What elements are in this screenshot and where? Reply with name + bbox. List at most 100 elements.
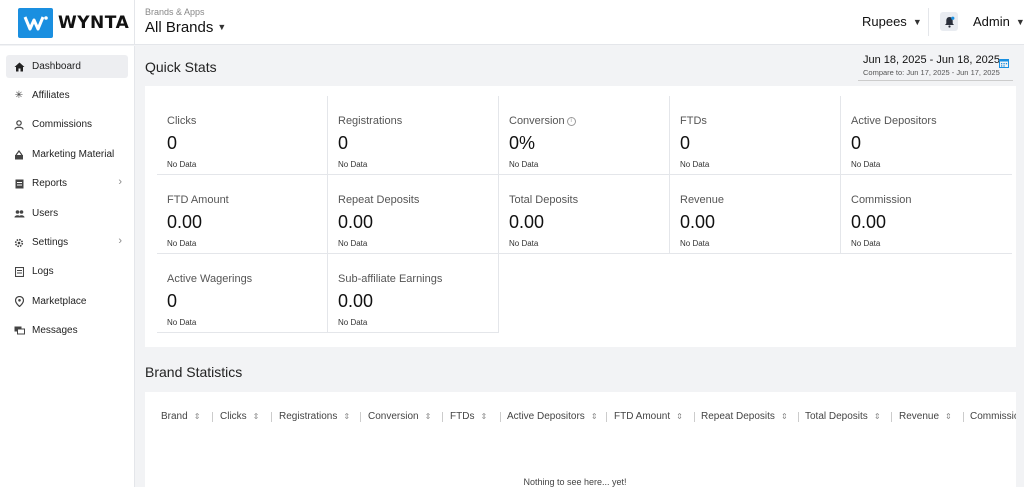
- logo-text: WYNTA: [58, 12, 130, 33]
- sort-icon: ⇕: [590, 412, 598, 421]
- stat-repeat-deposits: Repeat Deposits 0.00 No Data: [328, 175, 499, 254]
- column-header-active-depositors[interactable]: Active Depositors ⇕: [507, 411, 598, 422]
- sidebar-item-commissions[interactable]: Commissions: [6, 113, 128, 136]
- date-compare-text: Compare to: Jun 17, 2025 - Jun 17, 2025: [863, 68, 1000, 77]
- sort-icon: ⇕: [343, 412, 351, 421]
- column-divider: [360, 412, 361, 422]
- column-header-ftd-amount[interactable]: FTD Amount ⇕: [614, 411, 683, 422]
- brand-statistics-title: Brand Statistics: [145, 364, 243, 380]
- column-header-conversion[interactable]: Conversion ⇕: [368, 411, 431, 422]
- sidebar-item-messages[interactable]: Messages: [6, 319, 128, 342]
- stat-label: Repeat Deposits: [338, 194, 420, 206]
- column-label: Conversion: [368, 411, 419, 422]
- stat-label-wrap: Conversion i: [509, 115, 576, 127]
- users-icon: [13, 209, 25, 218]
- column-divider: [271, 412, 272, 422]
- logo[interactable]: WYNTA: [0, 0, 135, 45]
- messages-icon: [13, 326, 25, 335]
- sort-icon: ⇕: [780, 412, 788, 421]
- stat-sub: No Data: [680, 239, 710, 248]
- stat-value: 0: [167, 133, 178, 153]
- stat-value: 0.00: [680, 212, 716, 232]
- home-icon: [13, 62, 25, 72]
- date-range-value: Jun 18, 2025 - Jun 18, 2025: [863, 54, 1000, 66]
- sidebar-item-users[interactable]: Users: [6, 202, 128, 225]
- sort-icon: ⇕: [424, 412, 432, 421]
- marketplace-icon: [13, 296, 25, 307]
- brand-picker[interactable]: Brands & Apps All Brands ▼: [145, 7, 226, 37]
- column-header-brand[interactable]: Brand ⇕: [161, 411, 200, 422]
- date-range-picker[interactable]: Jun 18, 2025 - Jun 18, 2025 Compare to: …: [858, 51, 1013, 81]
- sort-icon: ⇕: [945, 412, 952, 421]
- stat-sub: No Data: [338, 239, 368, 248]
- stat-sub: No Data: [851, 160, 881, 169]
- column-label: Brand: [161, 411, 188, 422]
- column-header-clicks[interactable]: Clicks ⇕: [220, 411, 259, 422]
- sidebar-item-label: Commissions: [32, 119, 93, 130]
- stat-label: Commission: [851, 194, 912, 206]
- column-header-registrations[interactable]: Registrations ⇕: [279, 411, 350, 422]
- caret-down-icon: ▼: [1015, 16, 1024, 27]
- column-header-revenue[interactable]: Revenue ⇕: [899, 411, 952, 422]
- stat-active-wagerings: Active Wagerings 0 No Data: [157, 254, 328, 333]
- sidebar-item-reports[interactable]: Reports ›: [6, 172, 128, 195]
- currency-selector[interactable]: Rupees ▼: [862, 14, 922, 29]
- sidebar-item-logs[interactable]: Logs: [6, 260, 128, 283]
- stat-label: Total Deposits: [509, 194, 579, 206]
- stat-sub: No Data: [338, 318, 368, 327]
- sort-icon: ⇕: [480, 412, 488, 421]
- column-label: Registrations: [279, 411, 338, 422]
- sidebar-item-settings[interactable]: Settings ›: [6, 231, 128, 254]
- sidebar-item-dashboard[interactable]: Dashboard: [6, 55, 128, 78]
- column-header-ftds[interactable]: FTDs ⇕: [450, 411, 487, 422]
- stat-sub: No Data: [509, 160, 539, 169]
- stat-ftds: FTDs 0 No Data: [670, 96, 841, 175]
- stat-sub: No Data: [851, 239, 881, 248]
- column-header-commission[interactable]: Commissio: [970, 411, 1016, 422]
- stat-sub: No Data: [167, 239, 197, 248]
- empty-state-message: Nothing to see here... yet!: [523, 477, 627, 487]
- column-header-total-deposits[interactable]: Total Deposits ⇕: [805, 411, 881, 422]
- info-icon[interactable]: i: [566, 116, 576, 126]
- quick-stats-card: Clicks 0 No Data Registrations 0 No Data…: [145, 86, 1016, 347]
- sidebar-item-marketing-material[interactable]: Marketing Material: [6, 143, 128, 166]
- calendar-icon: [999, 55, 1009, 73]
- stat-value: 0.00: [338, 212, 374, 232]
- column-label: FTD Amount: [614, 411, 671, 422]
- stat-sub: No Data: [167, 318, 197, 327]
- stat-active-depositors: Active Depositors 0 No Data: [841, 96, 1012, 175]
- brand-statistics-table: Brand ⇕ Clicks ⇕ Registrations ⇕ Conversion…: [145, 392, 1016, 487]
- sidebar-item-label: Reports: [32, 178, 68, 189]
- stat-total-deposits: Total Deposits 0.00 No Data: [499, 175, 670, 254]
- user-name: Admin: [973, 14, 1010, 29]
- marketing-icon: [13, 149, 25, 160]
- stat-clicks: Clicks 0 No Data: [157, 96, 328, 175]
- column-divider: [212, 412, 213, 422]
- column-label: Repeat Deposits: [701, 411, 775, 422]
- stat-sub: No Data: [167, 160, 197, 169]
- column-divider: [606, 412, 607, 422]
- column-divider: [891, 412, 892, 422]
- column-header-repeat-deposits[interactable]: Repeat Deposits ⇕: [701, 411, 788, 422]
- stat-value: 0.00: [338, 291, 374, 311]
- stat-label: FTD Amount: [167, 194, 229, 206]
- stat-label: Active Depositors: [851, 115, 937, 127]
- affiliates-icon: ✳: [14, 90, 24, 101]
- stat-sub: No Data: [680, 160, 710, 169]
- brand-picker-value: All Brands: [145, 19, 214, 36]
- top-bar: WYNTA Brands & Apps All Brands ▼ Rupees …: [0, 0, 1024, 45]
- stat-revenue: Revenue 0.00 No Data: [670, 175, 841, 254]
- stat-sub: No Data: [509, 239, 539, 248]
- notifications-button[interactable]: [940, 12, 958, 31]
- currency-label: Rupees: [862, 14, 907, 29]
- sidebar-item-affiliates[interactable]: ✳ Affiliates: [6, 84, 128, 107]
- column-divider: [500, 412, 501, 422]
- stat-value: 0%: [509, 133, 536, 153]
- stat-value: 0.00: [167, 212, 203, 232]
- caret-down-icon: ▼: [912, 16, 922, 27]
- bell-icon: [944, 16, 954, 28]
- user-menu[interactable]: Admin ▼: [973, 14, 1024, 29]
- sidebar-item-marketplace[interactable]: Marketplace: [6, 290, 128, 313]
- sidebar-item-label: Marketing Material: [32, 149, 115, 160]
- divider: [928, 8, 929, 36]
